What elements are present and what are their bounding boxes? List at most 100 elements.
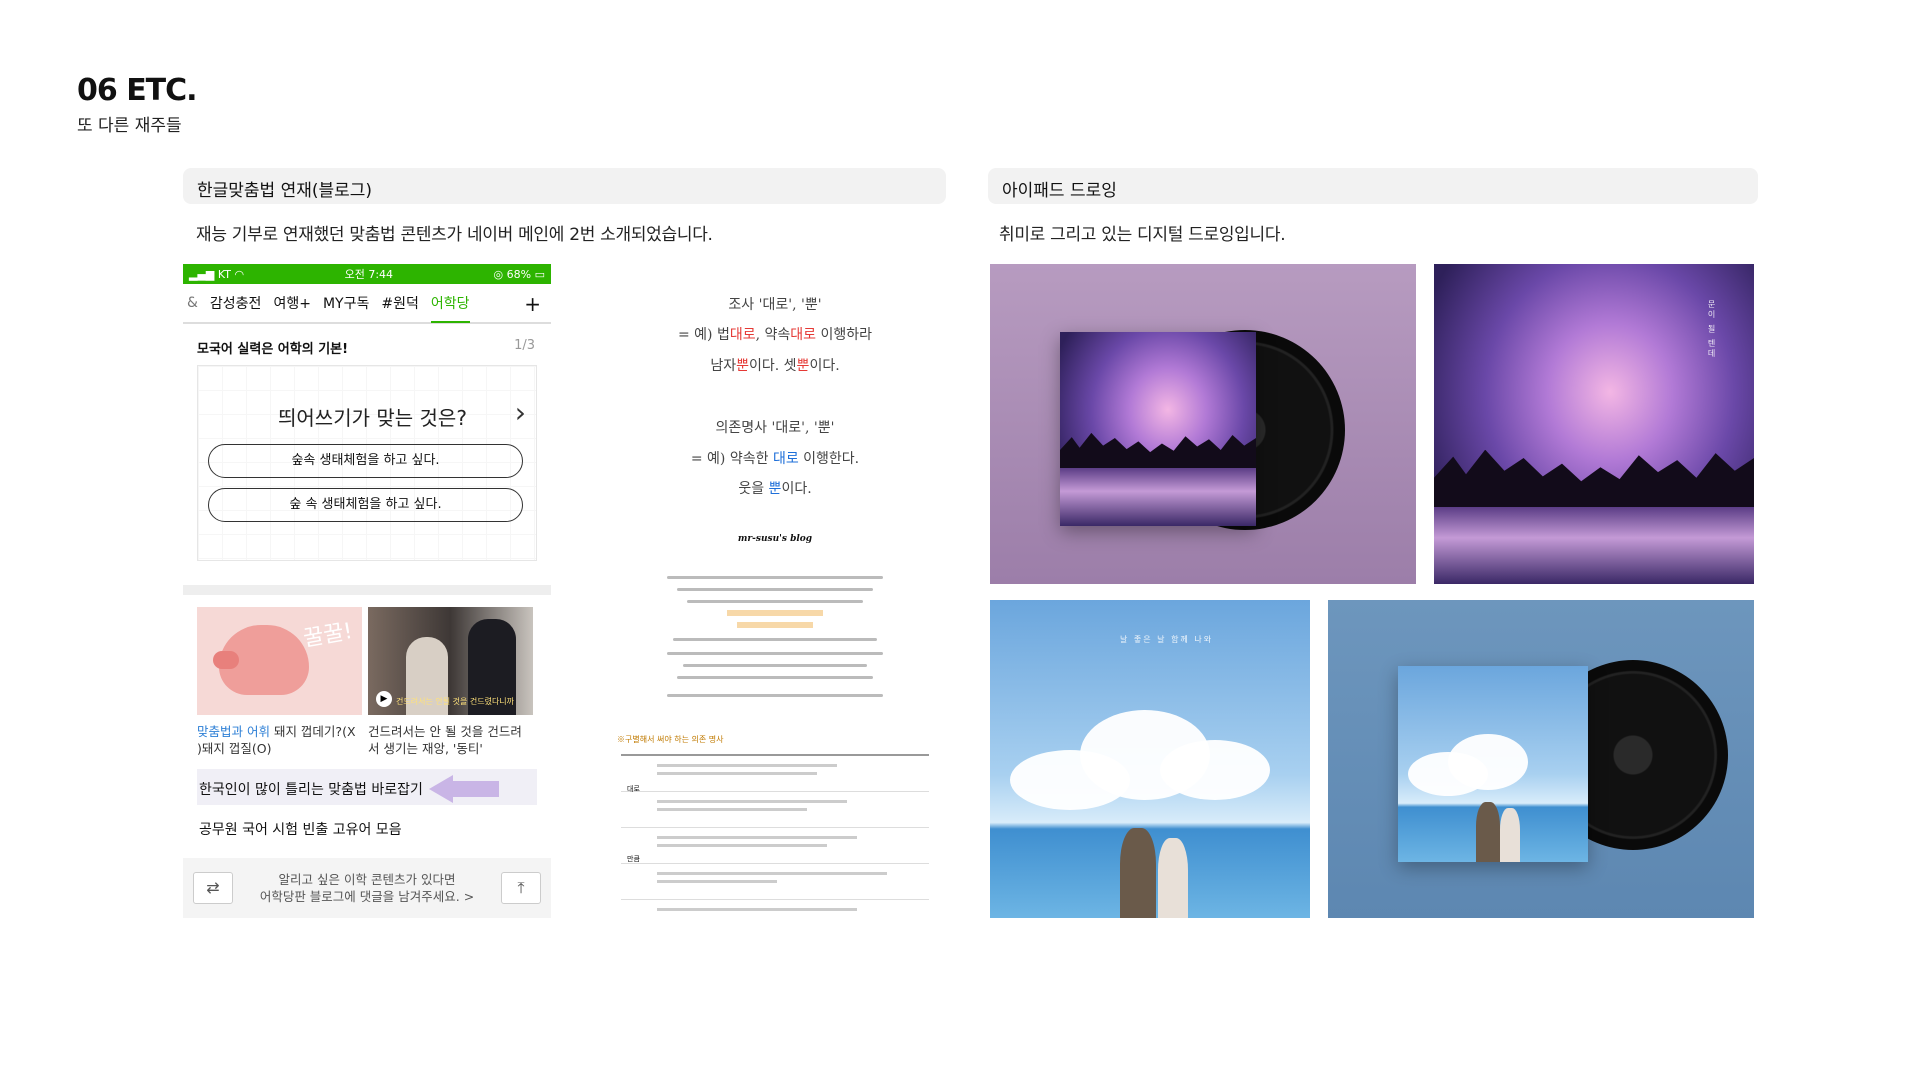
blog-text: 이다. bbox=[809, 358, 840, 374]
divider bbox=[183, 585, 551, 595]
person-figure bbox=[1120, 828, 1156, 918]
alarm-icon: ◎ bbox=[493, 267, 504, 281]
blog-table: 대로 만큼 bbox=[621, 754, 929, 918]
poem-text: 문이 될 텐데 bbox=[1707, 300, 1716, 360]
tab-active[interactable]: 어학당 bbox=[430, 293, 470, 323]
table-label: 만큼 bbox=[627, 855, 640, 863]
scroll-top-icon[interactable]: ⤒ bbox=[501, 872, 541, 904]
blog-text: = 예) 약속한 bbox=[690, 451, 773, 467]
page-subtitle: 또 다른 재주들 bbox=[77, 116, 182, 136]
album-cover bbox=[1060, 332, 1256, 526]
pig-snout bbox=[213, 651, 239, 669]
highlight-line bbox=[737, 622, 813, 628]
blog-text: 이다. 셋 bbox=[749, 358, 797, 374]
chevron-right-icon: > bbox=[463, 889, 475, 904]
blog-text: 이행한다. bbox=[798, 451, 860, 467]
text-line bbox=[677, 588, 873, 591]
section-description-drawing: 취미로 그리고 있는 디지털 드로잉입니다. bbox=[999, 225, 1286, 245]
highlight-line bbox=[727, 610, 823, 616]
section-description-blog: 재능 기부로 연재했던 맞춤법 콘텐츠가 네이버 메인에 2번 소개되었습니다. bbox=[196, 225, 713, 245]
pig-illustration: 꿀꿀! bbox=[197, 607, 362, 715]
poem-text: 날 좋은 날 함께 나와 bbox=[1120, 635, 1214, 644]
blog-highlight: 뿐 bbox=[768, 481, 782, 497]
tab-item[interactable]: #원덕 bbox=[381, 293, 419, 313]
blog-text: , 약속 bbox=[755, 327, 791, 343]
sky-album-mockup bbox=[1328, 600, 1754, 918]
blog-heading: 의존명사 '대로', '뿐' bbox=[715, 420, 835, 436]
carrier-label: KT bbox=[217, 267, 231, 281]
sky-sea-illustration: 날 좋은 날 함께 나와 bbox=[990, 600, 1310, 918]
section-heading-drawing: 아이패드 드로잉 bbox=[988, 168, 1758, 204]
card-link[interactable]: 맞춤법과 어휘 bbox=[197, 724, 270, 739]
night-sky-illustration: 문이 될 텐데 bbox=[1434, 264, 1754, 584]
tab-item[interactable]: MY구독 bbox=[323, 293, 369, 313]
blog-signature: mr-susu's blog bbox=[737, 534, 813, 544]
quiz-card: 띄어쓰기가 맞는 것은? › 숲속 생태체험을 하고 싶다. 숲 속 생태체험을… bbox=[197, 365, 537, 561]
blog-text: 이행하라 bbox=[816, 327, 873, 343]
add-tab-icon[interactable]: + bbox=[524, 292, 541, 316]
battery-icon: ▭ bbox=[534, 267, 545, 281]
person-figure bbox=[1158, 838, 1188, 918]
quiz-option-button[interactable]: 숲 속 생태체험을 하고 싶다. bbox=[208, 488, 523, 522]
footer-text: 알리고 싶은 이학 콘텐츠가 있다면 bbox=[278, 872, 456, 887]
text-line bbox=[677, 676, 873, 679]
person-figure bbox=[1476, 802, 1500, 862]
tab-item[interactable]: 감성충전 bbox=[210, 293, 262, 313]
card-caption: )돼지 껍질(O) bbox=[197, 741, 272, 756]
list-item[interactable]: 공무원 국어 시험 빈출 고유어 모음 bbox=[183, 805, 551, 853]
tab-item[interactable]: & bbox=[187, 295, 198, 311]
quiz-option-button[interactable]: 숲속 생태체험을 하고 싶다. bbox=[208, 444, 523, 478]
battery-label: 68% bbox=[506, 267, 532, 281]
text-line bbox=[667, 652, 883, 655]
video-subtitle: 건드려서는 안될 것을 건드렸다니까 bbox=[396, 697, 515, 706]
night-album-mockup bbox=[990, 264, 1416, 584]
arrow-shaft bbox=[451, 781, 499, 797]
person-figure bbox=[1500, 808, 1520, 862]
blog-highlight: 대로 bbox=[790, 327, 817, 343]
cloud bbox=[1160, 740, 1270, 800]
highlight-label: 한국인이 많이 틀리는 맞춤법 바로잡기 bbox=[199, 782, 423, 798]
blog-text: 남자 bbox=[710, 358, 737, 374]
arrow-left-icon bbox=[429, 775, 453, 803]
blog-heading: 조사 '대로', '뿐' bbox=[728, 297, 822, 313]
blog-text: = 예) 법 bbox=[677, 327, 730, 343]
text-line bbox=[687, 600, 863, 603]
tab-item[interactable]: 여행+ bbox=[273, 293, 311, 313]
signal-icon: ▂▄▆ bbox=[189, 267, 215, 281]
text-line bbox=[673, 638, 877, 641]
card-caption: 건드려서는 안 될 것을 건드려 bbox=[368, 724, 522, 739]
card-caption: 서 생기는 재앙, '동티' bbox=[368, 741, 483, 756]
cloud bbox=[1448, 734, 1528, 790]
blog-text: 웃을 bbox=[738, 481, 769, 497]
content-card[interactable]: ▶ 건드려서는 안될 것을 건드렸다니까 건드려서는 안 될 것을 건드려서 생… bbox=[368, 607, 533, 757]
share-icon[interactable]: ⇄ bbox=[193, 872, 233, 904]
quiz-question: 띄어쓰기가 맞는 것은? bbox=[278, 406, 467, 430]
text-line bbox=[667, 576, 883, 579]
lake-reflection bbox=[1434, 507, 1754, 584]
section-heading-blog: 한글맞춤법 연재(블로그) bbox=[183, 168, 946, 204]
card-caption: 돼지 껍데기?(X bbox=[269, 724, 356, 739]
blog-highlight: 대로 bbox=[772, 451, 799, 467]
quiz-page-indicator: 1/3 bbox=[514, 338, 535, 353]
page-title: 06 ETC. bbox=[77, 73, 198, 108]
blog-highlight: 뿐 bbox=[736, 358, 749, 374]
chevron-right-icon[interactable]: › bbox=[515, 396, 526, 429]
content-card[interactable]: 꿀꿀! 맞춤법과 어휘 돼지 껍데기?(X )돼지 껍질(O) bbox=[197, 607, 362, 757]
pig-sound-text: 꿀꿀! bbox=[301, 618, 355, 653]
table-heading: ※구별해서 써야 하는 의존 명사 bbox=[617, 735, 724, 744]
play-icon[interactable]: ▶ bbox=[376, 691, 392, 707]
wifi-icon: ◠ bbox=[234, 267, 245, 281]
clock-label: 오전 7:44 bbox=[344, 268, 394, 281]
text-line bbox=[683, 664, 867, 667]
phone-screenshot: ▂▄▆ KT ◠ 오전 7:44 ◎ 68% ▭ & 감성충전 여행+ MY구독… bbox=[183, 264, 551, 918]
footer: ⇄ 알리고 싶은 이학 콘텐츠가 있다면어학당판 블로그에 댓글을 남겨주세요.… bbox=[183, 858, 551, 918]
footer-link[interactable]: 어학당판 블로그 bbox=[260, 889, 344, 904]
blog-text: 이다. bbox=[781, 481, 812, 497]
highlight-link[interactable]: 한국인이 많이 틀리는 맞춤법 바로잡기 bbox=[197, 769, 537, 805]
blog-highlight: 뿐 bbox=[796, 358, 810, 374]
blog-highlight: 대로 bbox=[729, 327, 756, 343]
quiz-title: 모국어 실력은 어학의 기본! bbox=[197, 342, 349, 357]
footer-text: 에 댓글을 남겨주세요. bbox=[344, 889, 460, 904]
album-cover bbox=[1398, 666, 1588, 862]
blog-screenshot: 조사 '대로', '뿐' = 예) 법대로, 약속대로 이행하라 남자뿐이다. … bbox=[617, 264, 933, 918]
